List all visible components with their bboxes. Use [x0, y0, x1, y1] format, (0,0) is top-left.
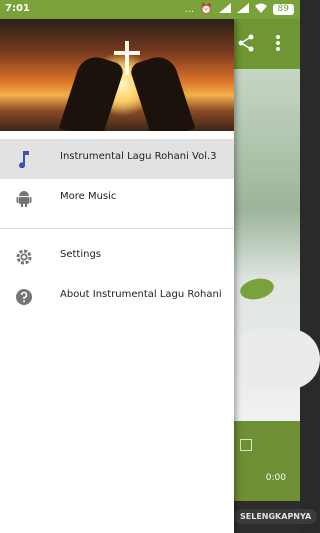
more-dots-icon: ... — [184, 4, 195, 15]
left-hand — [58, 52, 126, 131]
stone-decoration — [230, 329, 320, 389]
cross-icon-bar — [114, 51, 140, 55]
share-icon[interactable] — [236, 33, 256, 53]
checkbox[interactable] — [240, 439, 252, 451]
help-icon — [14, 287, 34, 307]
music-note-icon — [14, 149, 34, 169]
drawer-item-label: More Music — [60, 191, 117, 202]
drawer-item-label: Instrumental Lagu Rohani Vol.3 — [60, 151, 217, 162]
signal-icon-2 — [236, 3, 249, 16]
status-icons: ... ⏰ 89 — [185, 3, 294, 16]
cross-icon — [125, 41, 129, 75]
drawer-divider — [0, 228, 234, 229]
navigation-drawer: Instrumental Lagu Rohani Vol.3 More Musi… — [0, 19, 234, 533]
drawer-item-vol3[interactable]: Instrumental Lagu Rohani Vol.3 — [0, 139, 234, 179]
gear-icon — [14, 247, 34, 267]
leaf-decoration — [238, 275, 276, 303]
drawer-item-more-music[interactable]: More Music — [0, 179, 234, 219]
clock: 7:01 — [5, 3, 30, 14]
overflow-menu-icon[interactable] — [268, 33, 288, 53]
more-details-button[interactable]: SELENGKAPNYA — [234, 509, 318, 524]
alarm-icon: ⏰ — [200, 4, 213, 15]
drawer-item-about[interactable]: About Instrumental Lagu Rohani — [0, 277, 234, 317]
right-hand — [128, 52, 196, 131]
drawer-item-settings[interactable]: Settings — [0, 237, 234, 277]
wifi-icon — [254, 3, 267, 16]
status-bar: 7:01 ... ⏰ 89 — [0, 0, 300, 19]
drawer-menu: Instrumental Lagu Rohani Vol.3 More Musi… — [0, 139, 234, 317]
drawer-item-label: About Instrumental Lagu Rohani — [60, 289, 222, 300]
drawer-header-image — [0, 19, 234, 131]
drawer-item-label: Settings — [60, 249, 102, 260]
player-time: 0:00 — [265, 473, 286, 483]
signal-icon — [218, 3, 231, 16]
android-icon — [14, 189, 34, 209]
battery-badge: 89 — [272, 4, 294, 15]
